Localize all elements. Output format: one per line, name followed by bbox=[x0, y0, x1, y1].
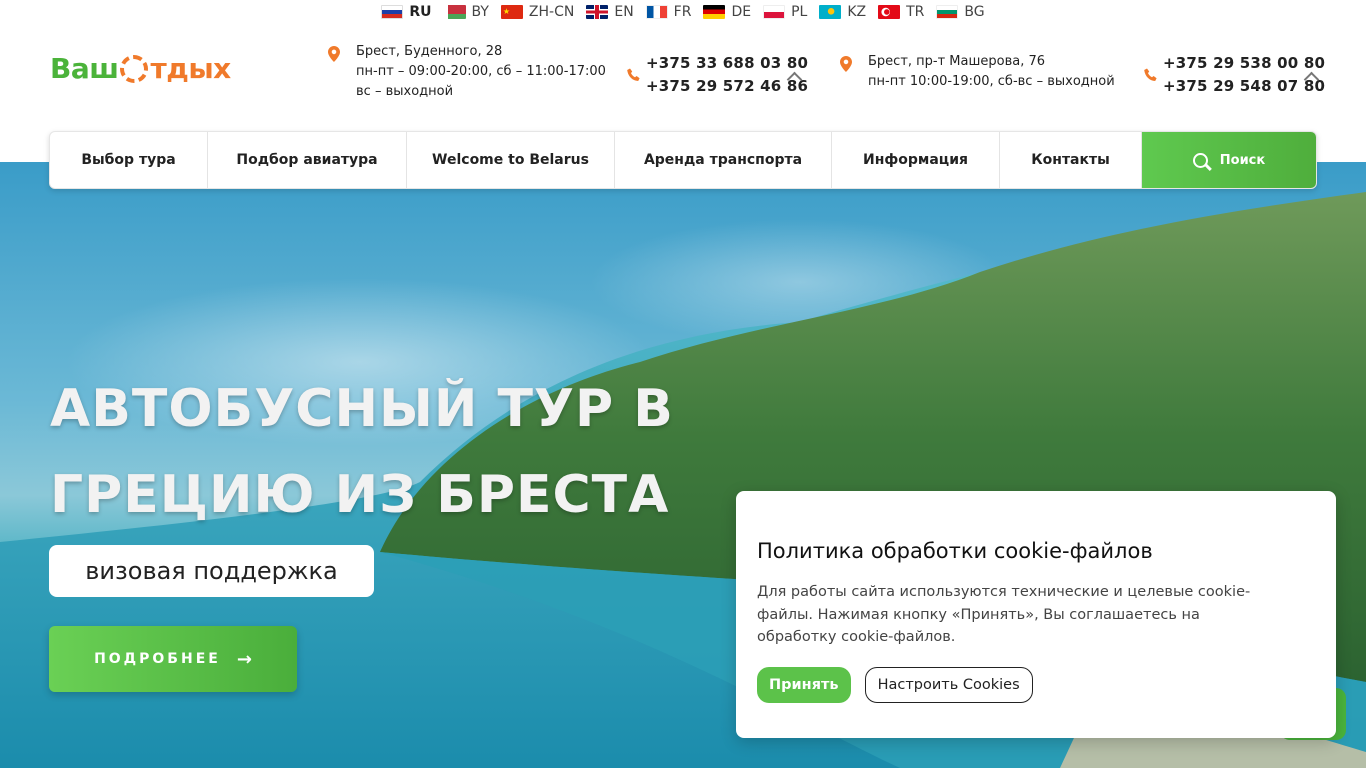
lang-tr[interactable]: TR bbox=[878, 4, 924, 20]
cookie-accept-button[interactable]: Принять bbox=[757, 666, 851, 703]
lang-fr[interactable]: FR bbox=[645, 4, 692, 20]
office2-address: Брест, пр-т Машерова, 76 bbox=[868, 54, 1046, 69]
logo-text-part2: тдых bbox=[150, 52, 231, 85]
office1-phones: +375 33 688 03 80 +375 29 572 46 86 bbox=[646, 52, 808, 98]
lang-kz[interactable]: KZ bbox=[819, 4, 866, 20]
hero-title-line2: ГРЕЦИЮ ИЗ БРЕСТА bbox=[50, 465, 670, 525]
lang-label: BG bbox=[964, 4, 985, 20]
lang-bg[interactable]: BG bbox=[936, 4, 985, 20]
lang-label: DE bbox=[731, 4, 752, 20]
search-button[interactable]: Поиск bbox=[1142, 132, 1316, 188]
germany-flag-icon bbox=[703, 5, 726, 19]
lang-label: FR bbox=[673, 4, 692, 20]
nav-item-transport-rental[interactable]: Аренда транспорта bbox=[615, 132, 832, 188]
language-bar: RU BY ★ ZH-CN EN FR DE PL KZ TR BG bbox=[0, 0, 1366, 24]
france-flag-icon bbox=[645, 5, 668, 19]
search-icon bbox=[1192, 152, 1208, 168]
office2-phones: +375 29 538 00 80 +375 29 548 07 80 bbox=[1163, 52, 1325, 98]
office2-phone1[interactable]: +375 29 538 00 80 bbox=[1163, 52, 1325, 75]
lang-label: RU bbox=[409, 4, 432, 20]
office1-address: Брест, Буденного, 28 bbox=[356, 44, 503, 59]
nav-item-contacts[interactable]: Контакты bbox=[1000, 132, 1142, 188]
lang-label: PL bbox=[791, 4, 808, 20]
lang-by[interactable]: BY bbox=[443, 4, 489, 20]
office2-address-block: Брест, пр-т Машерова, 76 пн-пт 10:00-19:… bbox=[840, 52, 1115, 92]
phone-icon bbox=[627, 68, 641, 86]
lang-label: EN bbox=[614, 4, 634, 20]
lang-de[interactable]: DE bbox=[703, 4, 751, 20]
office2-hours: пн-пт 10:00-19:00, сб-вс – выходной bbox=[868, 74, 1115, 89]
more-button[interactable]: ПОДРОБНЕЕ → bbox=[49, 626, 297, 692]
main-nav: Выбор тура Подбор авиатура Welcome to Be… bbox=[49, 131, 1317, 189]
nav-item-information[interactable]: Информация bbox=[832, 132, 1000, 188]
office1-hours-weekend: вс – выходной bbox=[356, 84, 454, 99]
lang-zh-cn[interactable]: ★ ZH-CN bbox=[500, 4, 575, 20]
russia-flag-icon bbox=[381, 5, 404, 19]
lang-label: KZ bbox=[847, 4, 867, 20]
arrow-right-icon: → bbox=[236, 648, 252, 670]
site-logo[interactable]: Ваш тдых bbox=[50, 52, 231, 85]
poland-flag-icon bbox=[763, 5, 786, 19]
hero-title: АВТОБУСНЫЙ ТУР В ГРЕЦИЮ ИЗ БРЕСТА bbox=[50, 366, 674, 538]
lang-en[interactable]: EN bbox=[586, 4, 634, 20]
kazakhstan-flag-icon bbox=[819, 5, 842, 19]
china-flag-icon: ★ bbox=[500, 5, 523, 19]
lang-label: TR bbox=[906, 4, 925, 20]
uk-flag-icon bbox=[586, 5, 609, 19]
cookie-popup: Политика обработки cookie-файлов Для раб… bbox=[736, 491, 1336, 738]
location-pin-icon bbox=[328, 46, 342, 62]
logo-sun-icon bbox=[120, 54, 149, 83]
lang-pl[interactable]: PL bbox=[763, 4, 807, 20]
more-button-label: ПОДРОБНЕЕ bbox=[94, 651, 221, 667]
hero-subtitle-badge: визовая поддержка bbox=[49, 545, 374, 597]
logo-text-part1: Ваш bbox=[50, 52, 119, 85]
office1-hours: пн-пт – 09:00-20:00, сб – 11:00-17:00 bbox=[356, 64, 606, 79]
office1-phone1[interactable]: +375 33 688 03 80 bbox=[646, 52, 808, 75]
lang-label: ZH-CN bbox=[528, 4, 575, 20]
nav-item-welcome-belarus[interactable]: Welcome to Belarus bbox=[407, 132, 615, 188]
nav-item-avia-tour[interactable]: Подбор авиатура bbox=[208, 132, 407, 188]
office1-phone2[interactable]: +375 29 572 46 86 bbox=[646, 75, 808, 98]
office1-address-block: Брест, Буденного, 28 пн-пт – 09:00-20:00… bbox=[328, 42, 606, 102]
search-label: Поиск bbox=[1219, 152, 1266, 168]
cookie-text: Для работы сайта используются технически… bbox=[757, 584, 1251, 645]
lang-ru[interactable]: RU bbox=[381, 4, 432, 20]
hero-title-line1: АВТОБУСНЫЙ ТУР В bbox=[50, 379, 674, 439]
belarus-flag-icon bbox=[443, 5, 466, 19]
office2-phone2[interactable]: +375 29 548 07 80 bbox=[1163, 75, 1325, 98]
phone-icon bbox=[1144, 68, 1158, 86]
turkey-flag-icon bbox=[878, 5, 901, 19]
cookie-settings-button[interactable]: Настроить Cookies bbox=[864, 666, 1033, 703]
cookie-title: Политика обработки cookie-файлов bbox=[757, 539, 1153, 563]
bulgaria-flag-icon bbox=[936, 5, 959, 19]
lang-label: BY bbox=[471, 4, 489, 20]
nav-item-tour-choice[interactable]: Выбор тура bbox=[50, 132, 208, 188]
location-pin-icon bbox=[840, 56, 854, 72]
